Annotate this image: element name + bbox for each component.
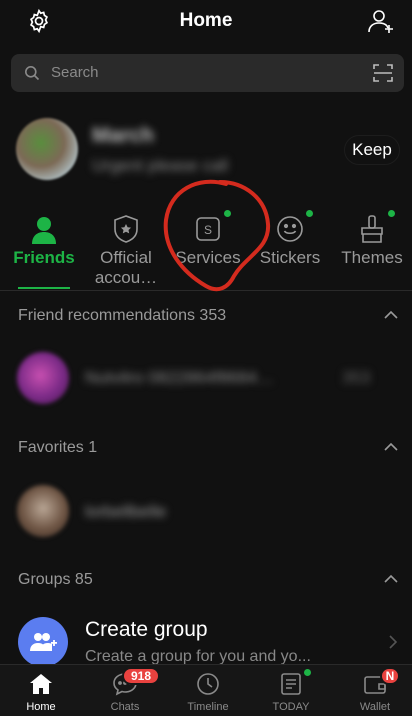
tab-services[interactable]: S Services — [167, 208, 249, 290]
new-indicator-dot — [224, 210, 231, 217]
search-icon — [24, 65, 40, 86]
chevron-right-icon — [389, 635, 398, 649]
profile-status-message[interactable]: Urgent please call — [92, 156, 228, 176]
services-icon: S — [191, 212, 225, 246]
unread-count-badge: 918 — [122, 667, 160, 685]
nav-wallet[interactable]: N Wallet — [334, 665, 412, 716]
nav-label: Wallet — [359, 701, 391, 713]
page-title: Home — [179, 10, 233, 31]
top-bar: Home — [0, 0, 412, 46]
recommended-friend-name[interactable]: Nutvitro 0822864f8684… — [85, 368, 274, 388]
tab-stickers[interactable]: Stickers — [249, 208, 331, 290]
collapse-chevron-icon[interactable] — [383, 574, 399, 584]
profile-avatar[interactable] — [16, 118, 78, 180]
create-group-icon[interactable] — [18, 617, 68, 667]
collapse-chevron-icon[interactable] — [383, 310, 399, 320]
tab-label: Friends — [13, 248, 75, 267]
nav-label: TODAY — [272, 701, 310, 713]
friends-person-icon — [27, 212, 61, 246]
new-indicator-dot — [388, 210, 395, 217]
friend-recommendations-header[interactable]: Friend recommendations 353 — [18, 307, 226, 325]
clock-icon — [195, 671, 221, 697]
keep-button[interactable]: Keep — [344, 135, 400, 165]
home-icon — [28, 671, 54, 697]
add-friend-icon[interactable] — [366, 6, 396, 36]
nav-chats[interactable]: 918 Chats — [84, 665, 166, 716]
groups-header[interactable]: Groups 85 — [18, 571, 93, 589]
search-bar[interactable]: Search — [11, 54, 404, 92]
tab-friends[interactable]: Friends — [3, 208, 85, 290]
tab-official-accounts[interactable]: Official accou… — [85, 208, 167, 290]
search-input[interactable]: Search — [51, 64, 99, 81]
nav-label: Home — [26, 701, 56, 713]
svg-text:S: S — [204, 223, 212, 237]
tab-label: Official accou… — [94, 248, 158, 287]
favorite-friend-name[interactable]: lorbellbelle — [85, 502, 166, 522]
stickers-smiley-icon — [273, 212, 307, 246]
active-tab-indicator — [18, 287, 70, 289]
tab-label: Stickers — [259, 248, 321, 267]
bottom-navigation: Home 918 Chats Timeline TODAY N Wallet — [0, 664, 412, 716]
recommended-friend-avatar[interactable] — [17, 352, 69, 404]
tab-label: Themes — [341, 248, 403, 267]
tab-themes[interactable]: Themes — [331, 208, 412, 290]
favorites-header[interactable]: Favorites 1 — [18, 439, 97, 457]
qr-scan-icon[interactable] — [373, 64, 393, 87]
news-icon — [278, 671, 304, 697]
nav-label: Timeline — [187, 701, 229, 713]
nav-home[interactable]: Home — [0, 665, 82, 716]
create-group-title[interactable]: Create group — [85, 618, 208, 642]
profile-name[interactable]: March — [92, 124, 154, 148]
tab-label: Services — [175, 248, 241, 267]
recommended-friend-count: 353 — [342, 368, 371, 387]
tab-divider — [0, 290, 412, 291]
new-indicator-dot — [304, 669, 311, 676]
official-shield-icon — [109, 212, 143, 246]
favorite-friend-avatar[interactable] — [17, 485, 69, 537]
new-badge: N — [380, 667, 400, 685]
themes-brush-icon — [355, 212, 389, 246]
collapse-chevron-icon[interactable] — [383, 442, 399, 452]
nav-timeline[interactable]: Timeline — [167, 665, 249, 716]
nav-today[interactable]: TODAY — [250, 665, 332, 716]
nav-label: Chats — [110, 701, 140, 713]
new-indicator-dot — [306, 210, 313, 217]
